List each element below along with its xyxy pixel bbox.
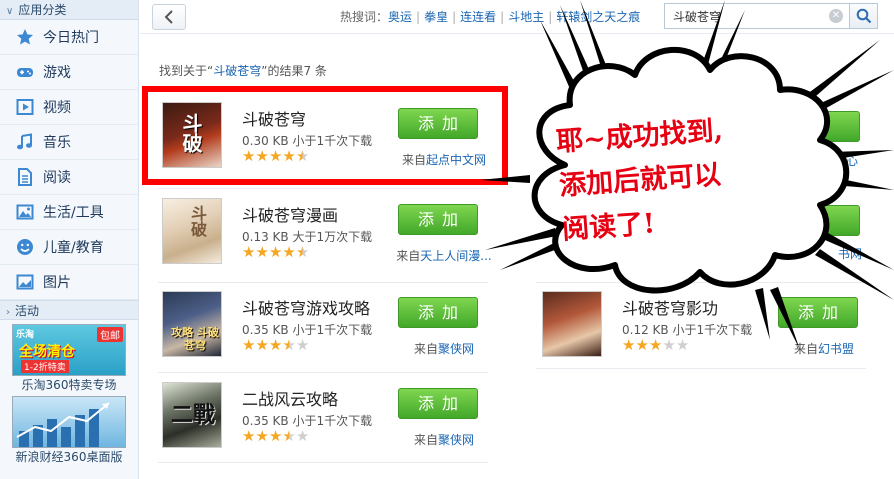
star-full-icon: ★ [268,336,283,354]
star-full-icon: ★ [242,336,256,354]
add-button[interactable]: 添加 [398,204,478,235]
sidebar-item-games[interactable]: 游戏 [0,55,138,90]
rating-stars: ★ ★ ★ ★ ★ [242,338,309,353]
sidebar-item-music[interactable]: 音乐 [0,125,138,160]
star-full-icon: ★ [268,243,283,261]
star-full-icon: ★ [282,243,296,261]
sidebar-item-kids-edu[interactable]: 儿童/教育 [0,230,138,265]
sidebar-item-label: 游戏 [43,65,71,81]
sidebar-item-label: 音乐 [43,135,71,151]
finance-chart-icon [16,402,110,447]
back-button[interactable] [152,4,186,30]
image-icon [16,273,34,291]
app-name[interactable]: 斗破苍穹漫画 [242,202,338,226]
sidebar-item-label: 今日热门 [43,30,99,46]
star-half-icon: ★ [282,336,296,354]
app-cover-image[interactable]: 斗破 [162,198,222,264]
star-icon [16,28,34,46]
promo-caption[interactable]: 新浪财经360桌面版 [12,448,126,466]
star-full-icon: ★ [268,427,283,445]
sidebar-item-video[interactable]: 视频 [0,90,138,125]
smiley-icon [16,238,34,256]
rating-stars: ★ ★ ★ ★ ★ [242,429,309,444]
app-cover-image[interactable]: 攻略 斗破苍穹 [162,291,222,357]
sidebar-item-life-tools[interactable]: 生活/工具 [0,195,138,230]
video-icon [16,98,34,116]
star-full-icon: ★ [242,427,256,445]
sidebar-item-label: 阅读 [43,170,71,186]
rating-stars: ★ ★ ★ ★ ★ [242,245,309,260]
expand-arrow-icon: › [6,307,10,318]
picture-tool-icon [16,203,34,221]
star-full-icon: ★ [255,336,269,354]
star-full-icon: ★ [255,243,269,261]
promo-banner-letao[interactable]: 乐淘 包邮 全场清仓 1-2折特卖 [12,324,126,376]
hot-word-link[interactable]: 奥运 [388,10,412,24]
result-count: 找到关于“斗破苍穹”的结果7 条 [159,64,327,78]
sidebar-item-label: 图片 [43,275,71,291]
app-cover-image[interactable]: 二戰 [162,382,222,448]
sidebar-item-hot[interactable]: 今日热门 [0,20,138,55]
app-card: 二戰 二战风云攻略 0.35 KB 小于1千次下载 ★ ★ ★ ★ ★ 添加 来自聚侠网 [156,376,506,464]
promo-banner-sina[interactable] [12,396,126,448]
sidebar-item-label: 视频 [43,100,71,116]
highlight-box [142,86,508,185]
star-full-icon: ★ [255,427,269,445]
document-icon [16,168,34,186]
source-link[interactable]: 聚侠网 [438,433,474,447]
callout-text: 耶~成功找到, 添加后就可以 阅读了! [555,115,724,246]
app-card: 斗破 斗破苍穹漫画 0.13 KB 大于1万次下载 ★ ★ ★ ★ ★ 添加 来自天上人… [156,192,506,280]
sidebar-header-apps[interactable]: ∨ 应用分类 [0,0,138,20]
collapse-arrow-icon: ∨ [6,6,14,17]
add-button[interactable]: 添加 [398,388,478,419]
hot-word-link[interactable]: 拳皇 [424,10,448,24]
app-name[interactable]: 斗破苍穹游戏攻略 [242,295,370,319]
sidebar: ∨ 应用分类 今日热门 游戏 视频 音乐 阅读 生活/工具 儿童/教育 图片 ›… [0,0,139,479]
promo-caption[interactable]: 乐淘360特卖专场 [12,376,126,394]
sidebar-header-activity[interactable]: › 活动 [0,300,138,320]
star-half-icon: ★ [282,427,296,445]
app-name[interactable]: 二战风云攻略 [242,386,338,410]
star-empty-icon: ★ [295,427,310,445]
star-half-icon: ★ [295,243,310,261]
chevron-left-icon [164,10,173,24]
sidebar-item-reading[interactable]: 阅读 [0,160,138,195]
gamepad-icon [16,63,34,81]
app-card: 攻略 斗破苍穹 斗破苍穹游戏攻略 0.35 KB 小于1千次下载 ★ ★ ★ ★ ★ 添… [156,285,506,373]
sidebar-item-label: 儿童/教育 [43,240,104,256]
star-empty-icon: ★ [295,336,310,354]
music-icon [16,133,34,151]
promo-sina-finance[interactable]: 新浪财经360桌面版 [0,394,138,466]
source-link[interactable]: 聚侠网 [438,342,474,356]
sidebar-item-pictures[interactable]: 图片 [0,265,138,300]
promo-letao[interactable]: 乐淘 包邮 全场清仓 1-2折特卖 乐淘360特卖专场 [0,320,138,394]
sidebar-item-label: 生活/工具 [43,205,104,221]
star-full-icon: ★ [242,243,256,261]
add-button[interactable]: 添加 [398,297,478,328]
